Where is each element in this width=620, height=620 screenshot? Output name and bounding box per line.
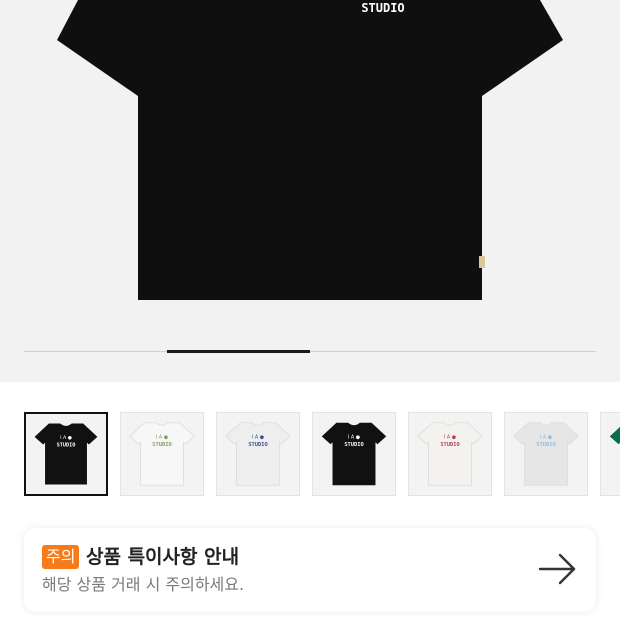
thumbnail-shirt-image: I A ● STUDIO — [417, 422, 483, 486]
arrow-right-icon[interactable] — [538, 552, 578, 586]
svg-text:STUDIO: STUDIO — [248, 442, 267, 448]
thumbnail-1[interactable]: I A ● STUDIO — [24, 412, 108, 496]
thumbnail-shirt-image: I A ● STUDIO — [129, 422, 195, 486]
svg-text:I A ●: I A ● — [444, 434, 456, 440]
caution-badge: 주의 — [42, 545, 80, 569]
svg-text:I A ●: I A ● — [60, 435, 72, 441]
thumbnail-shirt-image: I A ●STUDIO — [34, 423, 98, 485]
svg-text:STUDIO: STUDIO — [536, 442, 555, 448]
svg-text:STUDIO: STUDIO — [344, 442, 363, 448]
notice-subtitle: 해당 상품 거래 시 주의하세요. — [42, 575, 245, 594]
svg-text:STUDIO: STUDIO — [440, 442, 459, 448]
thumbnail-shirt-image: I A ● STUDIO — [321, 422, 387, 486]
product-notice-card[interactable]: 주의 상품 특이사항 안내 해당 상품 거래 시 주의하세요. — [24, 528, 596, 612]
tshirt-image: STUDIO — [57, 0, 563, 300]
thumbnail-2[interactable]: I A ● STUDIO — [120, 412, 204, 496]
svg-text:I A ●: I A ● — [156, 434, 168, 440]
gallery-progress-indicator — [167, 350, 310, 353]
svg-text:I A ●: I A ● — [348, 434, 360, 440]
thumbnail-7[interactable]: I A ●STUDIO — [600, 412, 620, 496]
thumbnail-shirt-image: I A ● STUDIO — [225, 422, 291, 486]
thumbnail-shirt-image: I A ● STUDIO — [513, 422, 579, 486]
product-main-image[interactable]: STUDIO — [0, 0, 620, 382]
notice-title: 상품 특이사항 안내 — [86, 546, 240, 568]
svg-text:STUDIO: STUDIO — [57, 442, 76, 448]
thumbnail-5[interactable]: I A ● STUDIO — [408, 412, 492, 496]
shirt-print-text: STUDIO — [361, 1, 404, 15]
svg-text:STUDIO: STUDIO — [152, 442, 171, 448]
thumbnail-3[interactable]: I A ● STUDIO — [216, 412, 300, 496]
thumbnail-6[interactable]: I A ● STUDIO — [504, 412, 588, 496]
svg-text:I A ●: I A ● — [252, 434, 264, 440]
svg-text:I A ●: I A ● — [540, 434, 552, 440]
gallery-progress-track — [24, 351, 596, 352]
thumbnail-shirt-image: I A ●STUDIO — [609, 426, 620, 445]
thumbnail-4[interactable]: I A ● STUDIO — [312, 412, 396, 496]
thumbnail-strip[interactable]: I A ● STUDIO I A ● STUDIO I A ● STUDIO I A ● ST… — [0, 412, 620, 496]
